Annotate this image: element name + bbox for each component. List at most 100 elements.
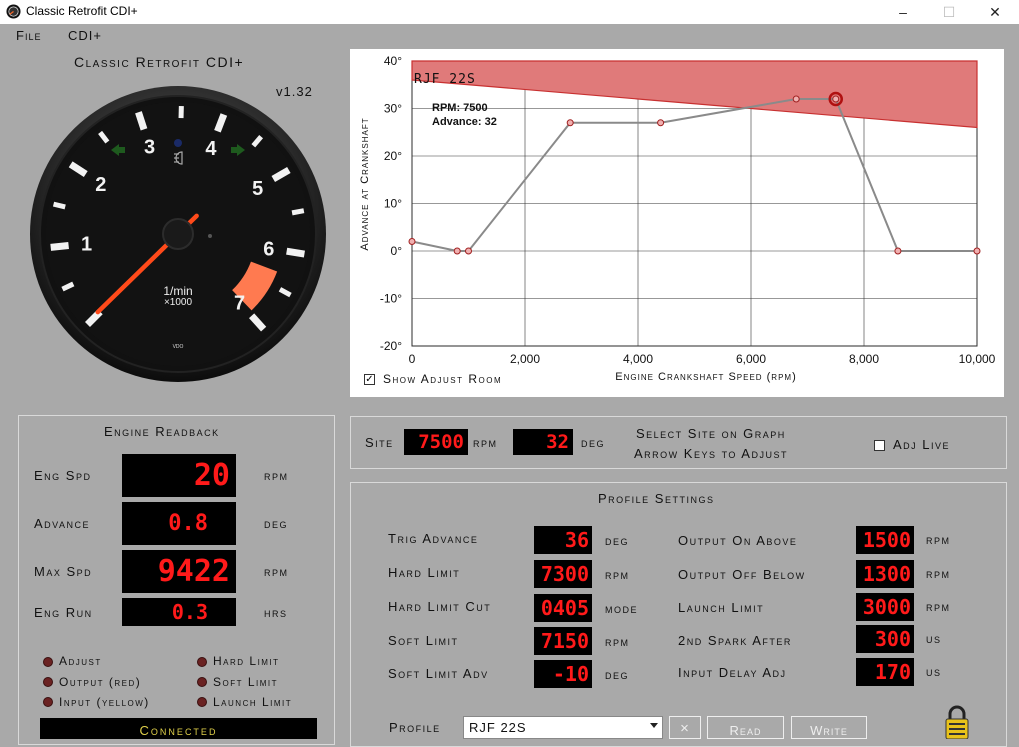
gauge-tick [287,251,305,254]
site-hint-arrows: Arrow Keys to Adjust [634,446,788,461]
soft-limit-unit: rpm [605,634,630,649]
close-button[interactable]: ✕ [972,0,1018,24]
site-hint-select: Select Site on Graph [636,426,786,441]
site-label: Site [365,435,394,450]
read-button[interactable]: Read [707,716,784,739]
x-tick-label: 2,000 [510,352,540,366]
hard-limit-unit: rpm [605,567,630,582]
gauge-label: 4 [205,138,217,160]
eng-run-unit: hrs [264,605,288,620]
maximize-button[interactable]: ☐ [926,0,972,24]
advance-point[interactable] [833,96,839,102]
output-on-above-label: Output On Above [678,533,797,548]
gauge-label: 3 [144,137,155,159]
readback-title: Engine Readback [104,424,220,439]
input-delay-adj-unit: us [926,664,942,679]
eng-spd-display: 20 [122,454,236,497]
connection-status: Connected [40,718,317,739]
clear-profile-button[interactable]: × [669,716,701,739]
output-indicator [43,677,53,687]
eng-run-display: 0.3 [122,598,236,626]
window-title: Classic Retrofit CDI+ [26,4,138,18]
site-deg-unit: deg [581,435,605,450]
max-spd-label: Max Spd [34,564,92,579]
trig-advance-unit: deg [605,533,629,548]
site-rpm-unit: rpm [473,435,498,450]
hard-limit-field[interactable]: 7300 [534,560,592,588]
soft-limit-adv-unit: deg [605,667,629,682]
advance-point[interactable] [895,248,901,254]
x-tick-label: 4,000 [623,352,653,366]
y-tick-label: 40° [384,54,402,68]
advance-point[interactable] [974,248,980,254]
input-delay-adj-label: Input Delay Adj [678,665,787,680]
soft-limit-adv-field[interactable]: -10 [534,660,592,688]
profile-select-value: RJF 22S [469,720,527,735]
profile-select[interactable]: RJF 22S [463,716,663,739]
hard-limit-label: Hard Limit [388,565,460,580]
advance-chart[interactable]: 02,0004,0006,0008,00010,00040°30°20°10°0… [350,49,1004,397]
x-tick-label: 6,000 [736,352,766,366]
input-indicator [43,697,53,707]
advance-point[interactable] [793,96,799,102]
write-button[interactable]: Write [791,716,867,739]
hard-limit-indicator-label: Hard Limit [213,654,280,668]
gauge-tick [292,211,304,213]
eng-spd-unit: rpm [264,468,289,483]
gauge-multiplier: ×1000 [164,297,193,308]
advance-point[interactable] [567,120,573,126]
output-off-below-label: Output Off Below [678,567,806,582]
eng-run-label: Eng Run [34,605,93,620]
tooltip-advance: Advance: 32 [432,116,497,128]
gauge-tick [54,204,66,207]
output-off-below-unit: rpm [926,566,951,581]
menu-file[interactable]: File [16,28,41,43]
y-tick-label: 20° [384,149,402,163]
gauge-label: 7 [234,292,245,314]
chevron-down-icon [650,723,658,728]
launch-limit-field[interactable]: 3000 [856,593,914,621]
launch-limit-indicator [197,697,207,707]
advance-label: Advance [34,516,90,531]
needle-hub [163,219,193,249]
lock-icon[interactable] [944,704,970,739]
trig-advance-label: Trig Advance [388,531,478,546]
output-indicator-label: Output (red) [59,675,141,689]
advance-unit: deg [264,516,288,531]
second-spark-after-unit: us [926,631,942,646]
trig-advance-field[interactable]: 36 [534,526,592,554]
high-beam-indicator [174,139,182,147]
tooltip-rpm: RPM: 7500 [432,102,488,114]
y-tick-label: 30° [384,102,402,116]
advance-point[interactable] [466,248,472,254]
x-tick-label: 10,000 [959,352,996,366]
soft-limit-adv-label: Soft Limit Adv [388,666,489,681]
soft-limit-label: Soft Limit [388,633,459,648]
output-off-below-field[interactable]: 1300 [856,560,914,588]
adj-live-checkbox[interactable] [874,440,885,451]
adj-live-label: Adj Live [893,437,950,452]
site-rpm-display[interactable]: 7500 [404,429,468,455]
gauge-unit: 1/min [163,284,192,298]
chart-annotation: RJF 22S [414,72,476,87]
advance-point[interactable] [658,120,664,126]
gauge-label: 2 [95,174,106,196]
second-spark-after-field[interactable]: 300 [856,625,914,653]
hard-limit-cut-field[interactable]: 0405 [534,594,592,622]
title-bar: Classic Retrofit CDI+ – ☐ ✕ [0,0,1019,24]
minimize-button[interactable]: – [880,0,926,24]
input-delay-adj-field[interactable]: 170 [856,658,914,686]
gauge-label: 6 [263,238,274,260]
site-deg-display[interactable]: 32 [513,429,573,455]
menu-cdi[interactable]: CDI+ [68,28,102,43]
show-adjust-checkbox[interactable]: ✓ [364,374,375,385]
adjust-indicator [43,657,53,667]
output-on-above-field[interactable]: 1500 [856,526,914,554]
launch-limit-indicator-label: Launch Limit [213,695,292,709]
gauge-screw [208,234,212,238]
hard-limit-indicator [197,657,207,667]
advance-point[interactable] [409,239,415,245]
advance-point[interactable] [454,248,460,254]
soft-limit-field[interactable]: 7150 [534,627,592,655]
x-tick-label: 0 [409,352,416,366]
